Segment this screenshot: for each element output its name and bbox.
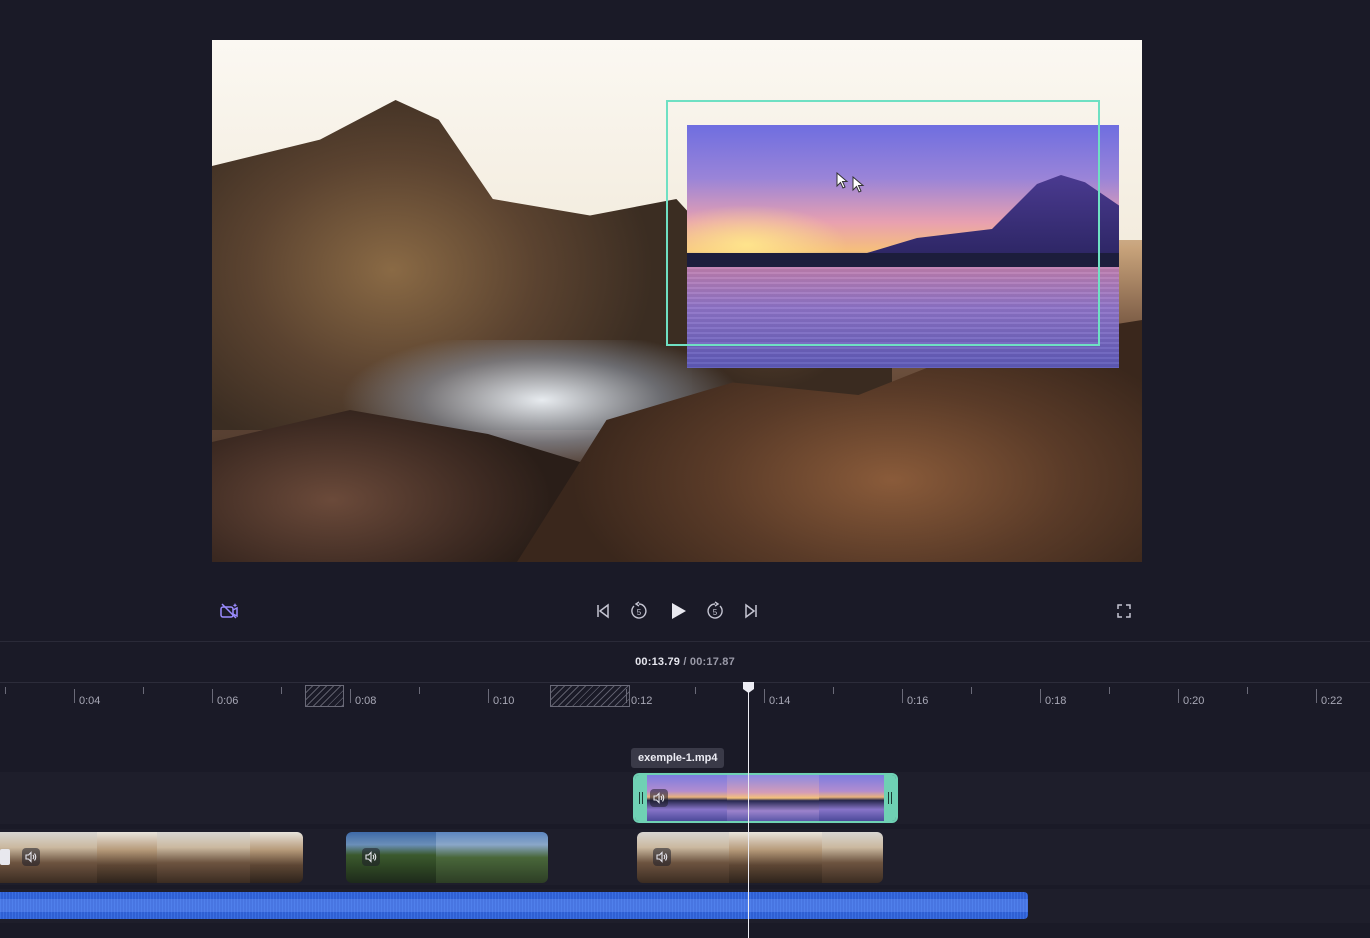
ruler-label: 0:14 [769, 695, 791, 707]
ruler-tick [971, 687, 972, 694]
volume-icon[interactable] [362, 848, 380, 866]
ruler-tick [281, 687, 282, 694]
ruler-tick [1040, 689, 1041, 703]
transition-icon[interactable] [0, 849, 10, 865]
ruler-tick [488, 689, 489, 703]
ruler-label: 0:18 [1045, 695, 1067, 707]
ruler-tick [1247, 687, 1248, 694]
video-clip-sunrise[interactable] [0, 832, 303, 883]
selected-overlay-clip[interactable] [633, 773, 898, 823]
ruler-label: 0:08 [355, 695, 377, 707]
clip-trim-handle-right[interactable] [884, 775, 896, 821]
clip-thumbnail [819, 775, 886, 821]
playhead-line[interactable] [748, 688, 749, 938]
ruler-tick [764, 689, 765, 703]
panel-divider [0, 641, 1370, 642]
play-icon[interactable] [666, 599, 690, 623]
video-clip-sunrise-2[interactable] [637, 832, 883, 883]
skip-to-start-icon[interactable] [592, 600, 614, 622]
timeline-gap-marker[interactable] [550, 685, 630, 707]
ruler-label: 0:10 [493, 695, 515, 707]
magic-sparkle-camera-icon[interactable] [218, 600, 240, 622]
current-time: 00:13.79 [635, 656, 681, 668]
ruler-tick [1109, 687, 1110, 694]
ruler-tick [695, 687, 696, 694]
video-clip-waterfall[interactable] [346, 832, 548, 883]
timeline-ruler[interactable]: 0:04 0:06 0:08 0:10 0:12 0:14 0:16 0:18 … [0, 682, 1370, 709]
clip-thumbnail [436, 832, 548, 883]
playhead-handle[interactable] [742, 681, 755, 694]
clip-name-tooltip: exemple-1.mp4 [631, 748, 725, 768]
ruler-label: 0:12 [631, 695, 653, 707]
clip-thumbnail [822, 832, 883, 883]
clip-thumbnail [729, 832, 822, 883]
ruler-label: 0:04 [79, 695, 101, 707]
ruler-tick [626, 689, 627, 703]
rewind-5-icon[interactable]: 5 [628, 600, 650, 622]
ruler-tick [1178, 689, 1179, 703]
ruler-tick [212, 689, 213, 703]
clip-thumbnail [727, 775, 819, 821]
ruler-label: 0:22 [1321, 695, 1343, 707]
forward-5-icon[interactable]: 5 [704, 600, 726, 622]
ruler-tick [419, 687, 420, 694]
ruler-tick [833, 687, 834, 694]
ruler-tick [902, 689, 903, 703]
ruler-tick [74, 689, 75, 703]
ruler-label: 0:16 [907, 695, 929, 707]
rewind-5-label: 5 [637, 608, 642, 617]
fullscreen-icon[interactable] [1113, 600, 1135, 622]
clip-trim-handle-left[interactable] [635, 775, 647, 821]
volume-icon[interactable] [650, 789, 668, 807]
timecode-display: 00:13.79 / 00:17.87 [0, 656, 1370, 668]
ruler-tick [5, 687, 6, 694]
clip-thumbnail [637, 832, 729, 883]
time-separator: / [680, 656, 690, 668]
forward-5-label: 5 [713, 608, 718, 617]
volume-icon[interactable] [22, 848, 40, 866]
ruler-tick [350, 689, 351, 703]
clip-thumbnail [346, 832, 436, 883]
clip-thumbnail [0, 832, 97, 883]
ruler-tick [1316, 689, 1317, 703]
ruler-label: 0:20 [1183, 695, 1205, 707]
clip-thumbnail [97, 832, 157, 883]
ruler-tick [143, 687, 144, 694]
ruler-label: 0:06 [217, 695, 239, 707]
skip-to-end-icon[interactable] [740, 600, 762, 622]
volume-icon[interactable] [653, 848, 671, 866]
total-time: 00:17.87 [689, 656, 735, 668]
clip-thumbnail [157, 832, 250, 883]
audio-clip-waveform[interactable] [0, 892, 1028, 919]
timeline-gap-marker[interactable] [305, 685, 344, 707]
audio-waveform [0, 899, 1028, 912]
clip-thumbnail [250, 832, 303, 883]
selection-bounding-box[interactable] [666, 100, 1100, 346]
